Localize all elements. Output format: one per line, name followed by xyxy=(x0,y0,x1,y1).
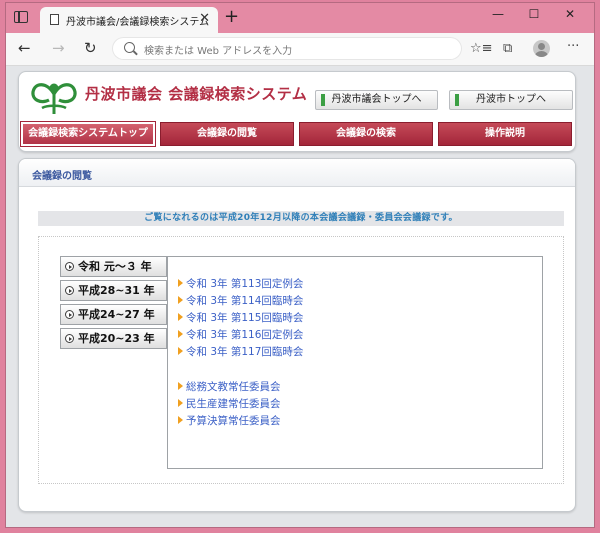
era-label: 平成28~31 年 xyxy=(78,284,155,297)
session-link-label: 令和 3年 第114回臨時会 xyxy=(186,295,304,307)
tab-close-icon[interactable]: ✕ xyxy=(199,11,210,26)
arrow-right-icon xyxy=(178,347,183,355)
era-list: 令和 元～３ 年 平成28~31 年 平成24~27 年 平成20~23 年 xyxy=(60,256,167,352)
search-icon xyxy=(124,42,135,53)
main-nav: 会議録検索システムトップ 会議録の閲覧 会議録の検索 操作説明 xyxy=(20,121,573,147)
close-window-icon[interactable]: ✕ xyxy=(552,7,588,21)
session-link[interactable]: 令和 3年 第113回定例会 xyxy=(178,276,303,293)
arrow-right-icon xyxy=(178,313,183,321)
tab-title: 丹波市議会/会議録検索システム xyxy=(66,17,210,28)
session-link[interactable]: 令和 3年 第115回臨時会 xyxy=(178,310,303,327)
more-options-icon[interactable]: ··· xyxy=(567,39,579,54)
address-placeholder: 検索または Web アドレスを入力 xyxy=(144,46,293,57)
play-circle-icon xyxy=(65,334,74,343)
session-link-label: 令和 3年 第113回定例会 xyxy=(186,278,304,290)
window-controls: — ☐ ✕ xyxy=(480,7,588,21)
tab-actions-icon[interactable] xyxy=(14,11,28,23)
council-top-link[interactable]: 丹波市議会トップへ xyxy=(315,90,438,110)
era-button-h28-31[interactable]: 平成28~31 年 xyxy=(60,280,167,301)
era-label: 令和 元～３ 年 xyxy=(78,260,152,273)
tamba-city-logo-icon xyxy=(31,83,77,114)
meeting-list: 令和 3年 第113回定例会 令和 3年 第114回臨時会 令和 3年 第115… xyxy=(167,256,543,469)
profile-avatar-icon[interactable] xyxy=(533,40,550,57)
arrow-right-icon xyxy=(178,416,183,424)
nav-item-top[interactable]: 会議録検索システムトップ xyxy=(20,121,156,147)
play-circle-icon xyxy=(65,286,74,295)
page-icon xyxy=(50,14,59,25)
page-body: 丹波市議会 会議録検索システム 丹波市議会トップへ 丹波市トップへ 会議録検索シ… xyxy=(6,66,594,527)
new-tab-icon[interactable]: + xyxy=(224,8,239,26)
tab-bar: 丹波市議会/会議録検索システム ✕ + — ☐ ✕ xyxy=(6,3,594,33)
arrow-right-icon xyxy=(178,382,183,390)
section-header: 会議録の閲覧 xyxy=(19,159,575,187)
reload-icon[interactable]: ↻ xyxy=(84,39,97,57)
committee-link-label: 総務文教常任委員会 xyxy=(186,381,281,393)
play-circle-icon xyxy=(65,310,74,319)
site-title: 丹波市議会 会議録検索システム xyxy=(85,85,308,103)
site-header: 丹波市議会 会議録検索システム 丹波市議会トップへ 丹波市トップへ 会議録検索シ… xyxy=(18,71,576,152)
nav-item-help[interactable]: 操作説明 xyxy=(438,122,572,146)
session-link[interactable]: 令和 3年 第116回定例会 xyxy=(178,327,303,344)
forward-icon[interactable]: → xyxy=(52,39,65,57)
browse-area: 令和 元～３ 年 平成28~31 年 平成24~27 年 平成20~23 年 令… xyxy=(38,236,564,484)
browser-toolbar: ← → ↻ 検索または Web アドレスを入力 ☆≡ ⧉ ··· xyxy=(6,33,594,66)
session-links: 令和 3年 第113回定例会 令和 3年 第114回臨時会 令和 3年 第115… xyxy=(178,276,303,361)
availability-notice: ご覧になれるのは平成20年12月以降の本会議会議録・委員会会議録です。 xyxy=(38,211,564,226)
session-link[interactable]: 令和 3年 第114回臨時会 xyxy=(178,293,303,310)
session-link-label: 令和 3年 第115回臨時会 xyxy=(186,312,304,324)
committee-link[interactable]: 民生産建常任委員会 xyxy=(178,396,281,413)
committee-link[interactable]: 予算決算常任委員会 xyxy=(178,413,281,430)
back-icon[interactable]: ← xyxy=(18,39,31,57)
committee-link-label: 民生産建常任委員会 xyxy=(186,398,281,410)
content-panel: 会議録の閲覧 ご覧になれるのは平成20年12月以降の本会議会議録・委員会会議録で… xyxy=(18,158,576,512)
arrow-right-icon xyxy=(178,296,183,304)
era-button-reiwa[interactable]: 令和 元～３ 年 xyxy=(60,256,167,277)
committee-links: 総務文教常任委員会 民生産建常任委員会 予算決算常任委員会 xyxy=(178,379,281,430)
arrow-right-icon xyxy=(178,330,183,338)
address-bar[interactable]: 検索または Web アドレスを入力 xyxy=(112,37,462,60)
section-title: 会議録の閲覧 xyxy=(32,171,92,182)
browser-window: 丹波市議会/会議録検索システム ✕ + — ☐ ✕ ← → ↻ 検索または Web … xyxy=(5,2,595,528)
favorites-icon[interactable]: ☆≡ xyxy=(470,41,493,56)
arrow-right-icon xyxy=(178,399,183,407)
session-link[interactable]: 令和 3年 第117回臨時会 xyxy=(178,344,303,361)
arrow-right-icon xyxy=(178,279,183,287)
nav-item-browse[interactable]: 会議録の閲覧 xyxy=(160,122,294,146)
era-label: 平成24~27 年 xyxy=(78,308,155,321)
city-top-link[interactable]: 丹波市トップへ xyxy=(449,90,573,110)
committee-link[interactable]: 総務文教常任委員会 xyxy=(178,379,281,396)
committee-link-label: 予算決算常任委員会 xyxy=(186,415,281,427)
session-link-label: 令和 3年 第117回臨時会 xyxy=(186,346,304,358)
nav-item-search[interactable]: 会議録の検索 xyxy=(299,122,433,146)
active-tab[interactable]: 丹波市議会/会議録検索システム ✕ xyxy=(40,7,218,33)
collections-icon[interactable]: ⧉ xyxy=(503,41,512,56)
maximize-icon[interactable]: ☐ xyxy=(516,7,552,21)
era-button-h20-23[interactable]: 平成20~23 年 xyxy=(60,328,167,349)
era-button-h24-27[interactable]: 平成24~27 年 xyxy=(60,304,167,325)
session-link-label: 令和 3年 第116回定例会 xyxy=(186,329,304,341)
minimize-icon[interactable]: — xyxy=(480,7,516,21)
era-label: 平成20~23 年 xyxy=(78,332,155,345)
play-circle-icon xyxy=(65,262,74,271)
